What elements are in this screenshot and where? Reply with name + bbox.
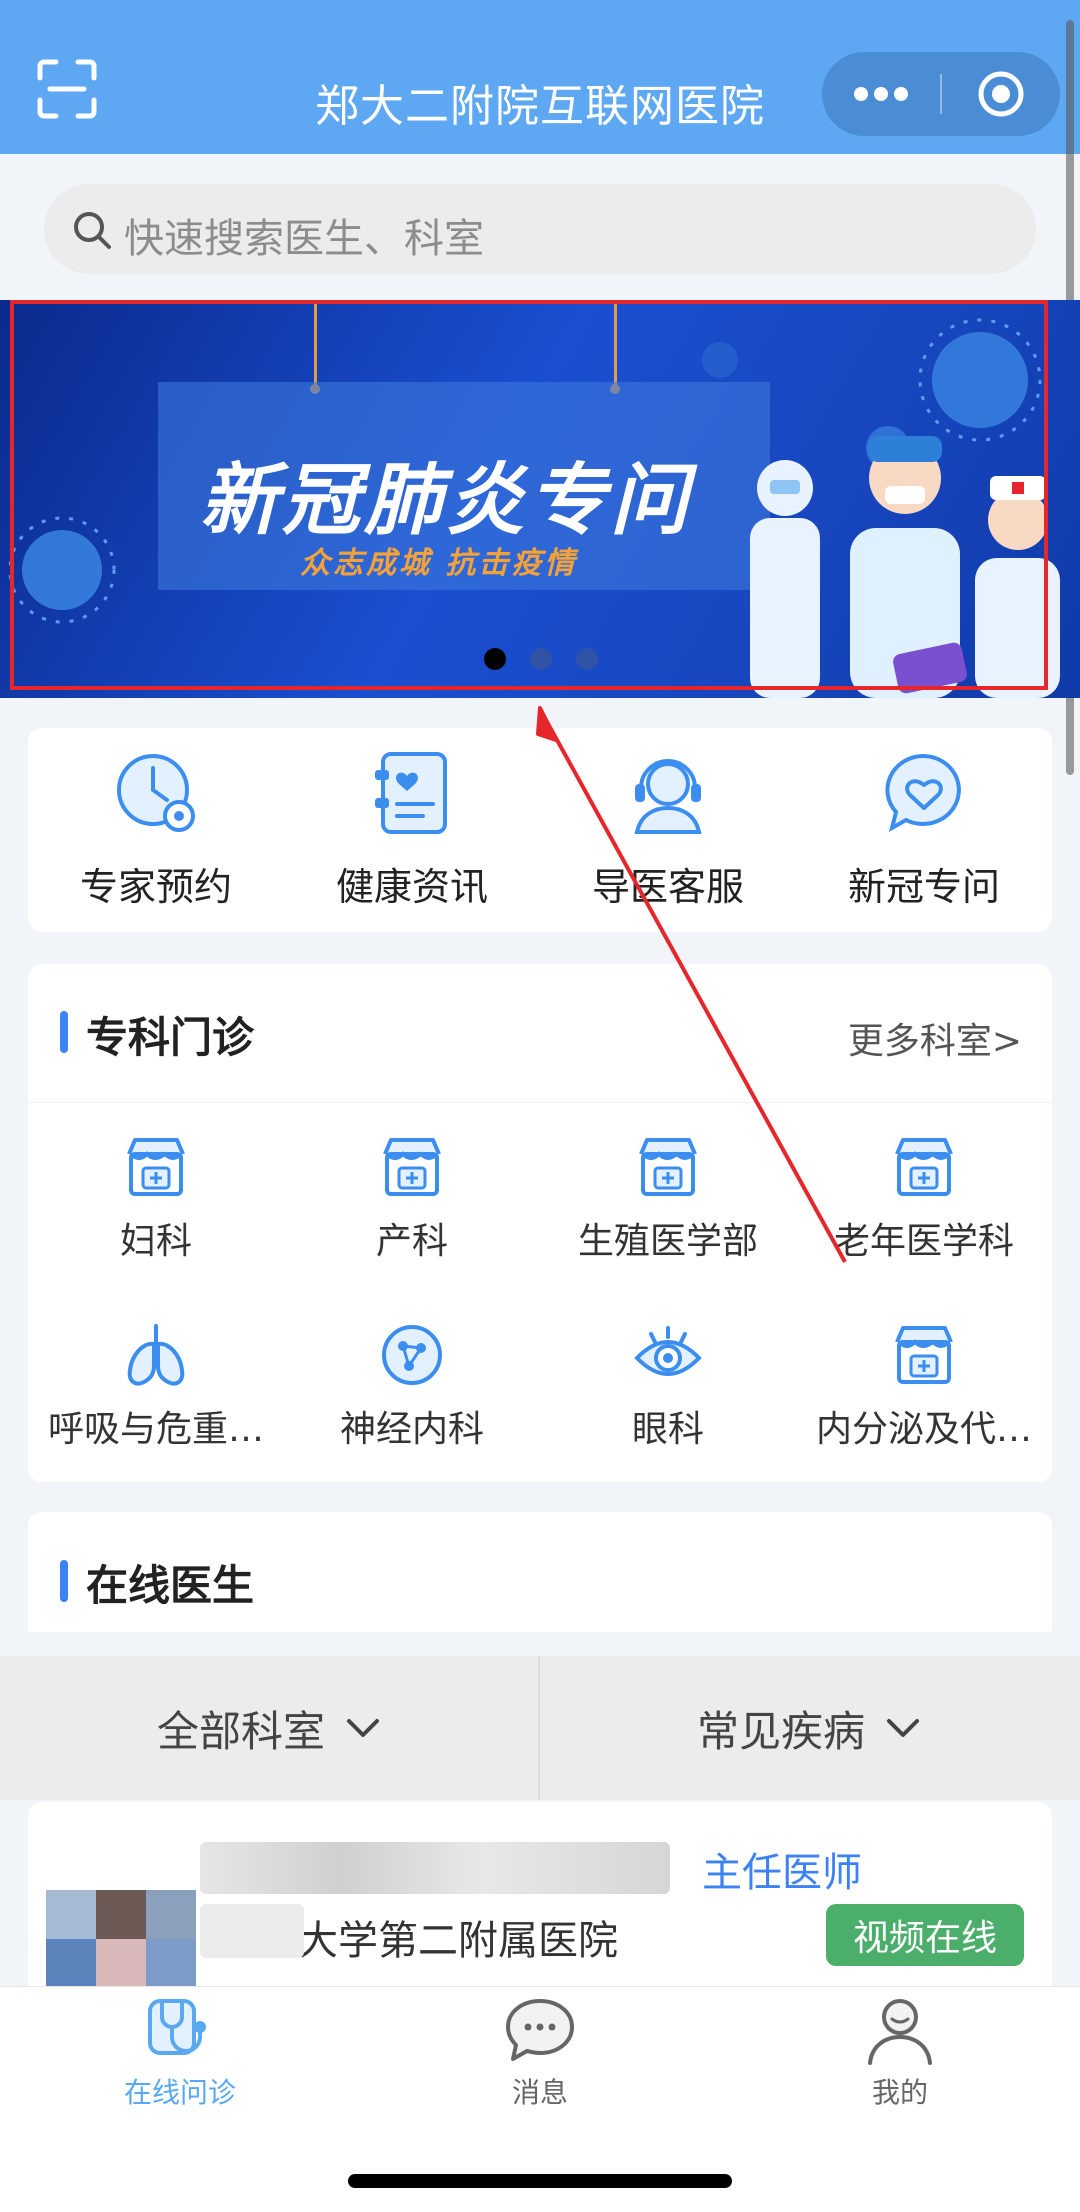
clinic-icon: [895, 1326, 953, 1384]
tab-label: 在线问诊: [123, 2076, 236, 2109]
section-title: 在线医生: [86, 1561, 255, 1610]
filter-common-diseases[interactable]: 常见疾病: [540, 1656, 1078, 1800]
clinic-icon: [127, 1138, 185, 1196]
department-ophthalmology[interactable]: 眼科: [540, 1320, 796, 1480]
doctor-hospital: 大学第二附属医院: [298, 1918, 618, 1964]
filter-label: 常见疾病: [696, 1706, 865, 1756]
quick-link-label: 健康资讯: [335, 865, 488, 909]
divider: [28, 1102, 1052, 1103]
tab-label: 消息: [511, 2076, 568, 2109]
search-icon: [74, 212, 111, 249]
doctor-name-redacted: [200, 1842, 670, 1894]
department-label: 老年医学科: [833, 1221, 1014, 1262]
search-bar[interactable]: 快速搜索医生、科室: [44, 184, 1036, 274]
tab-mine[interactable]: 我的: [720, 1995, 1080, 2111]
chevron-down-icon: [347, 1719, 379, 1737]
avatar: [46, 1890, 196, 1988]
doctor-title: 主任医师: [702, 1850, 862, 1896]
tab-messages[interactable]: 消息: [360, 1995, 720, 2111]
app-header: 郑大二附院互联网医院: [0, 0, 1080, 154]
quick-link-expert-booking[interactable]: 专家预约: [28, 748, 284, 928]
clock-stethoscope-icon: [117, 754, 195, 832]
department-geriatrics[interactable]: 老年医学科: [796, 1132, 1052, 1292]
health-doc-icon: [375, 752, 447, 834]
video-online-badge[interactable]: 视频在线: [826, 1904, 1024, 1966]
department-label: 妇科: [119, 1221, 192, 1262]
target-icon[interactable]: [942, 52, 1060, 136]
clinic-icon: [383, 1138, 441, 1196]
doctor-filters: 全部科室 常见疾病: [0, 1656, 1080, 1800]
hospital-redacted: [200, 1904, 304, 1958]
department-reproductive-medicine[interactable]: 生殖医学部: [540, 1132, 796, 1292]
department-gynecology[interactable]: 妇科: [28, 1132, 284, 1292]
section-accent-bar: [60, 1560, 68, 1602]
tab-label: 我的: [871, 2076, 928, 2109]
online-doctors-section: 在线医生: [28, 1512, 1052, 1632]
department-respiratory[interactable]: 呼吸与危重…: [28, 1320, 284, 1480]
heart-chat-icon: [885, 753, 961, 833]
department-label: 产科: [375, 1221, 448, 1262]
filter-all-departments[interactable]: 全部科室: [0, 1656, 538, 1800]
mini-program-capsule: [822, 52, 1060, 136]
stethoscope-icon: [148, 1999, 206, 2055]
headset-icon: [634, 759, 702, 834]
more-dots-icon[interactable]: [822, 52, 940, 136]
quick-link-label: 导医客服: [591, 865, 744, 909]
tab-online-consult[interactable]: 在线问诊: [0, 1995, 360, 2111]
quick-link-label: 专家预约: [79, 865, 232, 909]
department-label: 内分泌及代…: [815, 1409, 1032, 1450]
department-label: 眼科: [631, 1409, 704, 1450]
annotation-highlight-box: [10, 300, 1048, 690]
section-accent-bar: [60, 1011, 68, 1053]
clinic-icon: [639, 1138, 697, 1196]
search-placeholder: 快速搜索医生、科室: [124, 216, 484, 262]
department-label: 生殖医学部: [577, 1221, 758, 1262]
eye-icon: [634, 1326, 702, 1376]
quick-link-health-news[interactable]: 健康资讯: [284, 748, 540, 928]
department-label: 神经内科: [339, 1409, 484, 1450]
quick-link-covid-consult[interactable]: 新冠专问: [796, 748, 1052, 928]
quick-link-customer-service[interactable]: 导医客服: [540, 748, 796, 928]
chevron-down-icon: [887, 1719, 919, 1737]
home-indicator: [348, 2174, 732, 2188]
filter-label: 全部科室: [156, 1706, 325, 1756]
departments-card: 专科门诊 更多科室> 妇科 产科 生殖医学部 老年医学科 呼吸与危重… 神经内科…: [28, 964, 1052, 1482]
lungs-icon: [127, 1324, 185, 1386]
clinic-icon: [895, 1138, 953, 1196]
department-obstetrics[interactable]: 产科: [284, 1132, 540, 1292]
department-neurology[interactable]: 神经内科: [284, 1320, 540, 1480]
section-title: 专科门诊: [86, 1013, 255, 1062]
department-label: 呼吸与危重…: [47, 1409, 264, 1450]
neuron-icon: [382, 1325, 442, 1385]
user-icon: [868, 1999, 932, 2065]
department-endocrinology[interactable]: 内分泌及代…: [796, 1320, 1052, 1480]
chat-bubble-icon: [506, 1999, 574, 2061]
quick-links-card: 专家预约 健康资讯 导医客服 新冠专问: [28, 728, 1052, 932]
quick-link-label: 新冠专问: [847, 865, 1000, 909]
more-departments-link[interactable]: 更多科室>: [848, 1012, 1022, 1064]
